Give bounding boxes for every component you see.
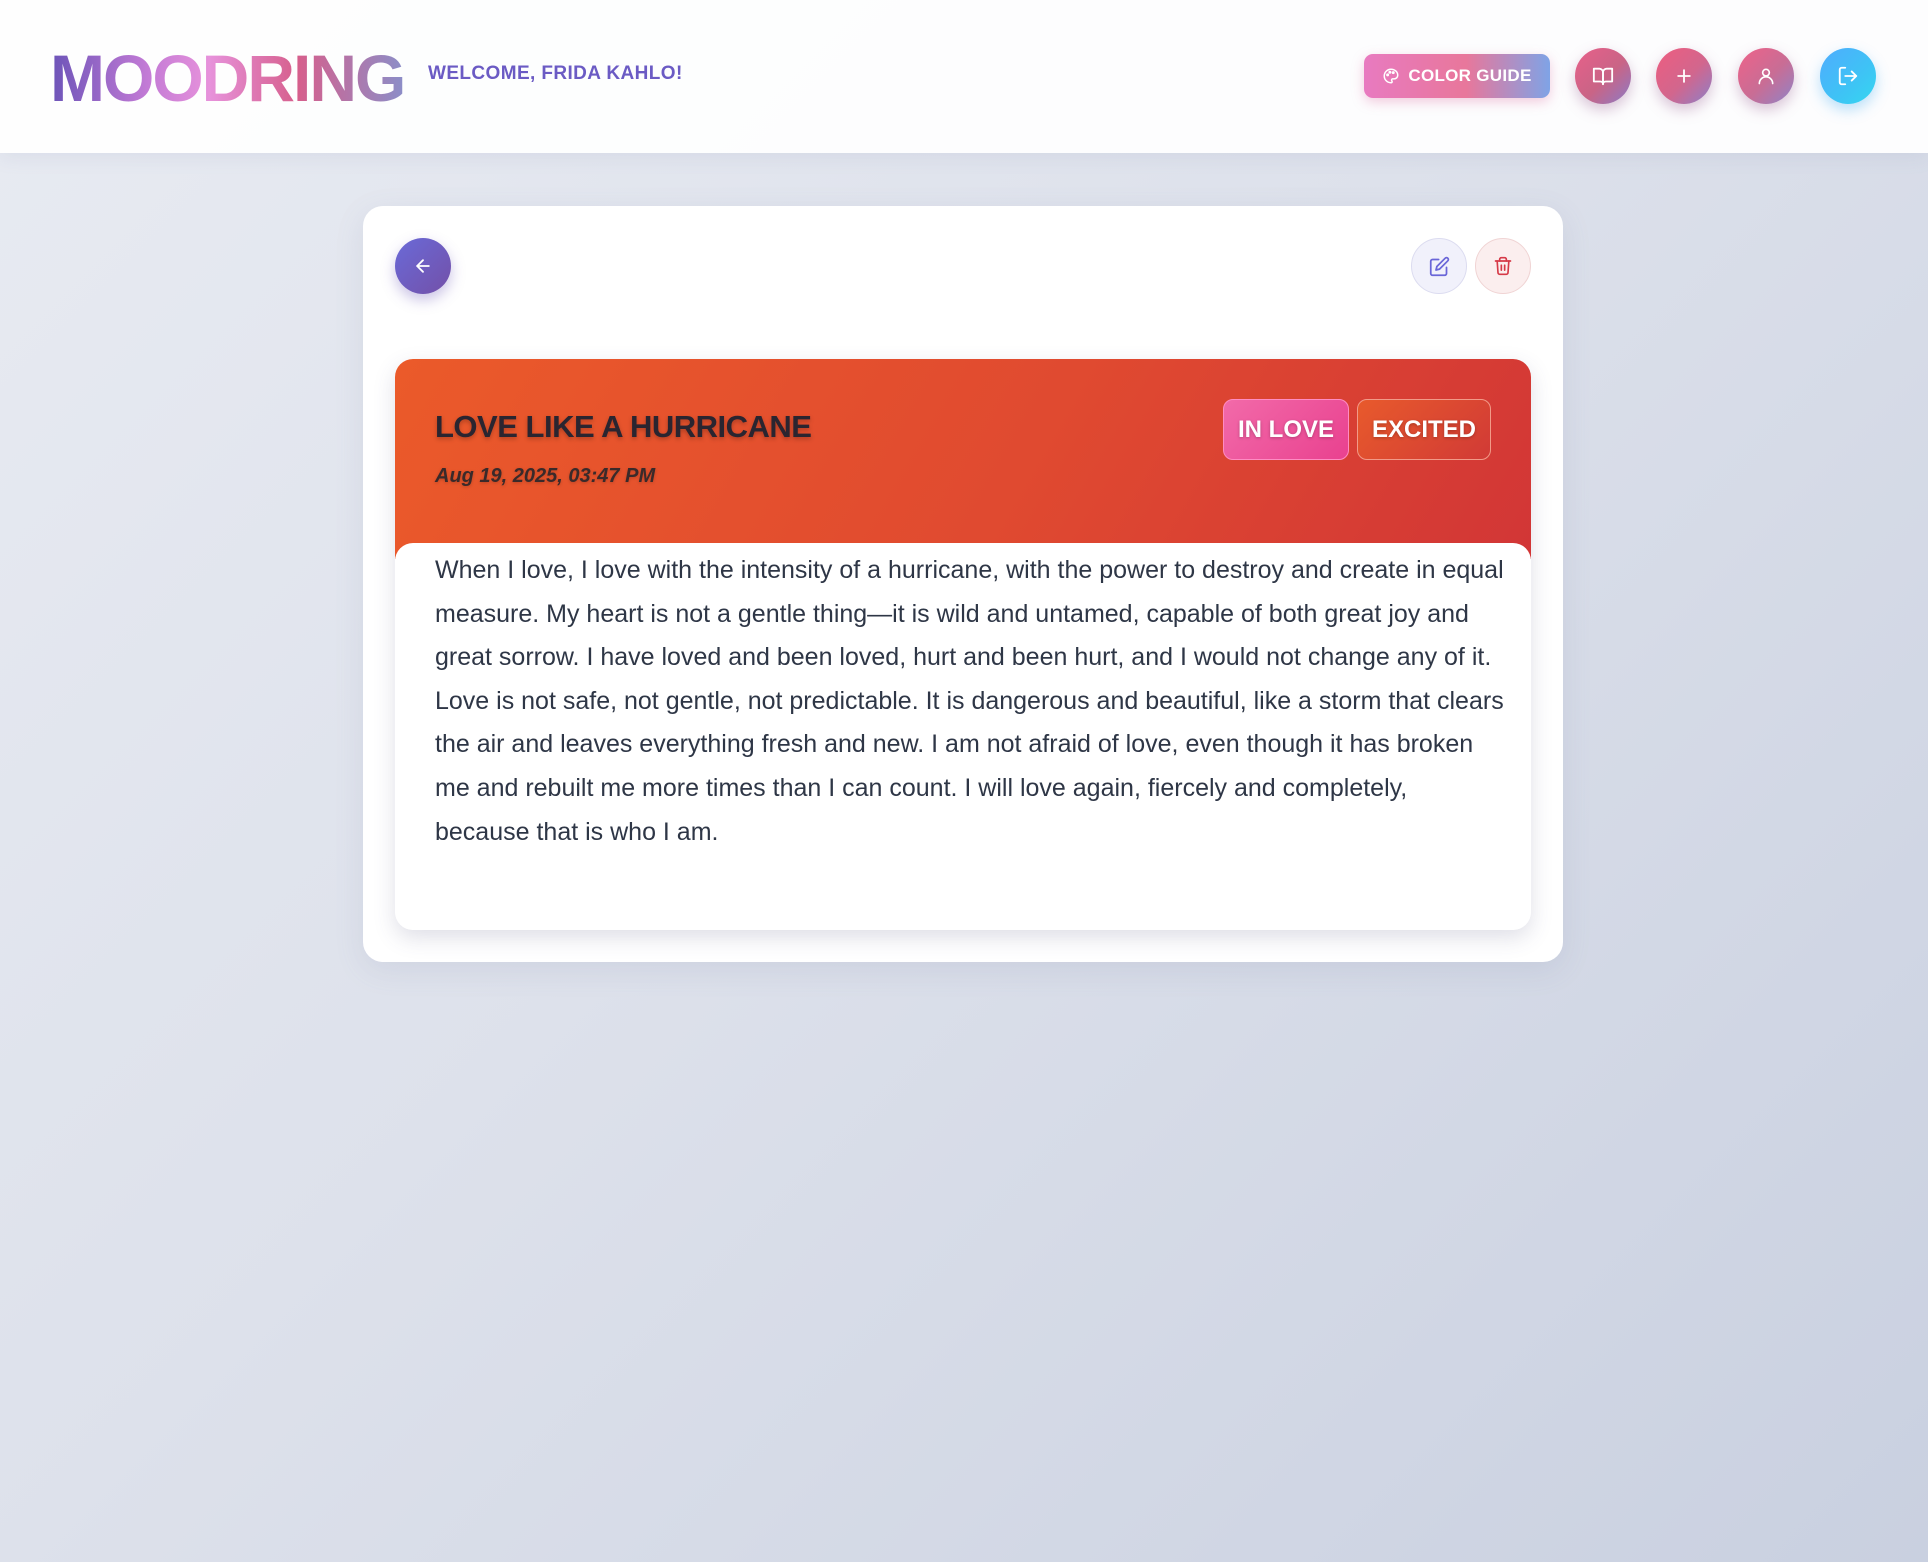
- back-button[interactable]: [395, 238, 451, 294]
- arrow-left-icon: [413, 256, 433, 276]
- journal-entry: LOVE LIKE A HURRICANE Aug 19, 2025, 03:4…: [395, 359, 1531, 930]
- color-guide-label: COLOR GUIDE: [1408, 66, 1532, 85]
- add-entry-button[interactable]: [1656, 48, 1712, 104]
- app-logo[interactable]: MOODRING: [50, 38, 406, 118]
- journal-button[interactable]: [1575, 48, 1631, 104]
- book-open-icon: [1592, 65, 1614, 87]
- logout-icon: [1837, 65, 1859, 87]
- palette-icon: [1382, 67, 1400, 85]
- profile-button[interactable]: [1738, 48, 1794, 104]
- logout-button[interactable]: [1820, 48, 1876, 104]
- entry-date: Aug 19, 2025, 03:47 PM: [435, 465, 656, 487]
- entry-title: LOVE LIKE A HURRICANE: [435, 409, 812, 444]
- entry-text: When I love, I love with the intensity o…: [435, 556, 1504, 846]
- mood-tag-excited: EXCITED: [1357, 399, 1491, 460]
- trash-icon: [1493, 256, 1513, 276]
- mood-tag-in-love: IN LOVE: [1223, 399, 1349, 460]
- entry-detail-card: LOVE LIKE A HURRICANE Aug 19, 2025, 03:4…: [363, 206, 1563, 962]
- plus-icon: [1674, 66, 1694, 86]
- color-guide-button[interactable]: COLOR GUIDE: [1364, 54, 1550, 98]
- edit-icon: [1429, 256, 1450, 277]
- delete-entry-button[interactable]: [1475, 238, 1531, 294]
- top-header: MOODRING WELCOME, FRIDA KAHLO! COLOR GUI…: [0, 0, 1928, 153]
- edit-entry-button[interactable]: [1411, 238, 1467, 294]
- user-icon: [1756, 66, 1776, 86]
- entry-body: When I love, I love with the intensity o…: [395, 543, 1531, 930]
- welcome-message: WELCOME, FRIDA KAHLO!: [428, 63, 683, 84]
- entry-header: LOVE LIKE A HURRICANE Aug 19, 2025, 03:4…: [395, 359, 1531, 559]
